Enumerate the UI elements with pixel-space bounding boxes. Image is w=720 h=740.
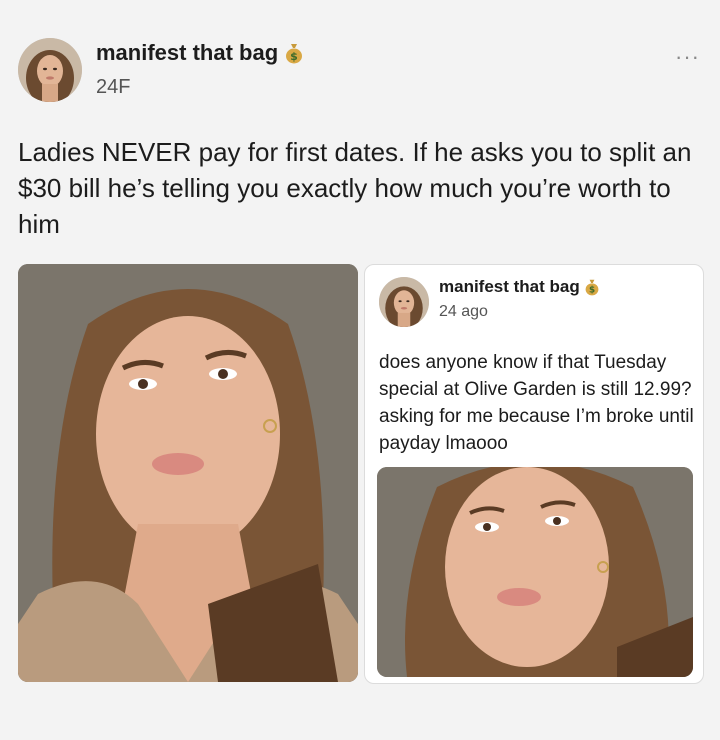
avatar[interactable]	[18, 38, 82, 102]
quoted-avatar[interactable]	[379, 277, 429, 327]
post-header: manifest that bag $ 24F ···	[18, 38, 708, 110]
quoted-username[interactable]: manifest that bag $	[439, 277, 600, 297]
money-bag-icon: $	[584, 278, 600, 296]
svg-text:$: $	[290, 50, 298, 63]
quoted-handle: 24 ago	[439, 303, 488, 320]
quoted-image[interactable]	[377, 467, 693, 677]
user-handle: 24F	[96, 76, 131, 98]
username-text: manifest that bag	[96, 40, 279, 65]
svg-text:$: $	[589, 286, 595, 296]
post-text: Ladies NEVER pay for first dates. If he …	[18, 137, 692, 239]
quoted-post-card[interactable]: manifest that bag $ 24 ago does anyone k…	[364, 264, 704, 684]
more-options-icon[interactable]: ···	[675, 44, 700, 70]
money-bag-icon: $	[284, 42, 304, 64]
username[interactable]: manifest that bag $	[96, 40, 304, 66]
post-image[interactable]	[18, 264, 358, 682]
quoted-text: does anyone know if that Tuesday special…	[379, 352, 694, 454]
quoted-username-text: manifest that bag	[439, 277, 580, 296]
